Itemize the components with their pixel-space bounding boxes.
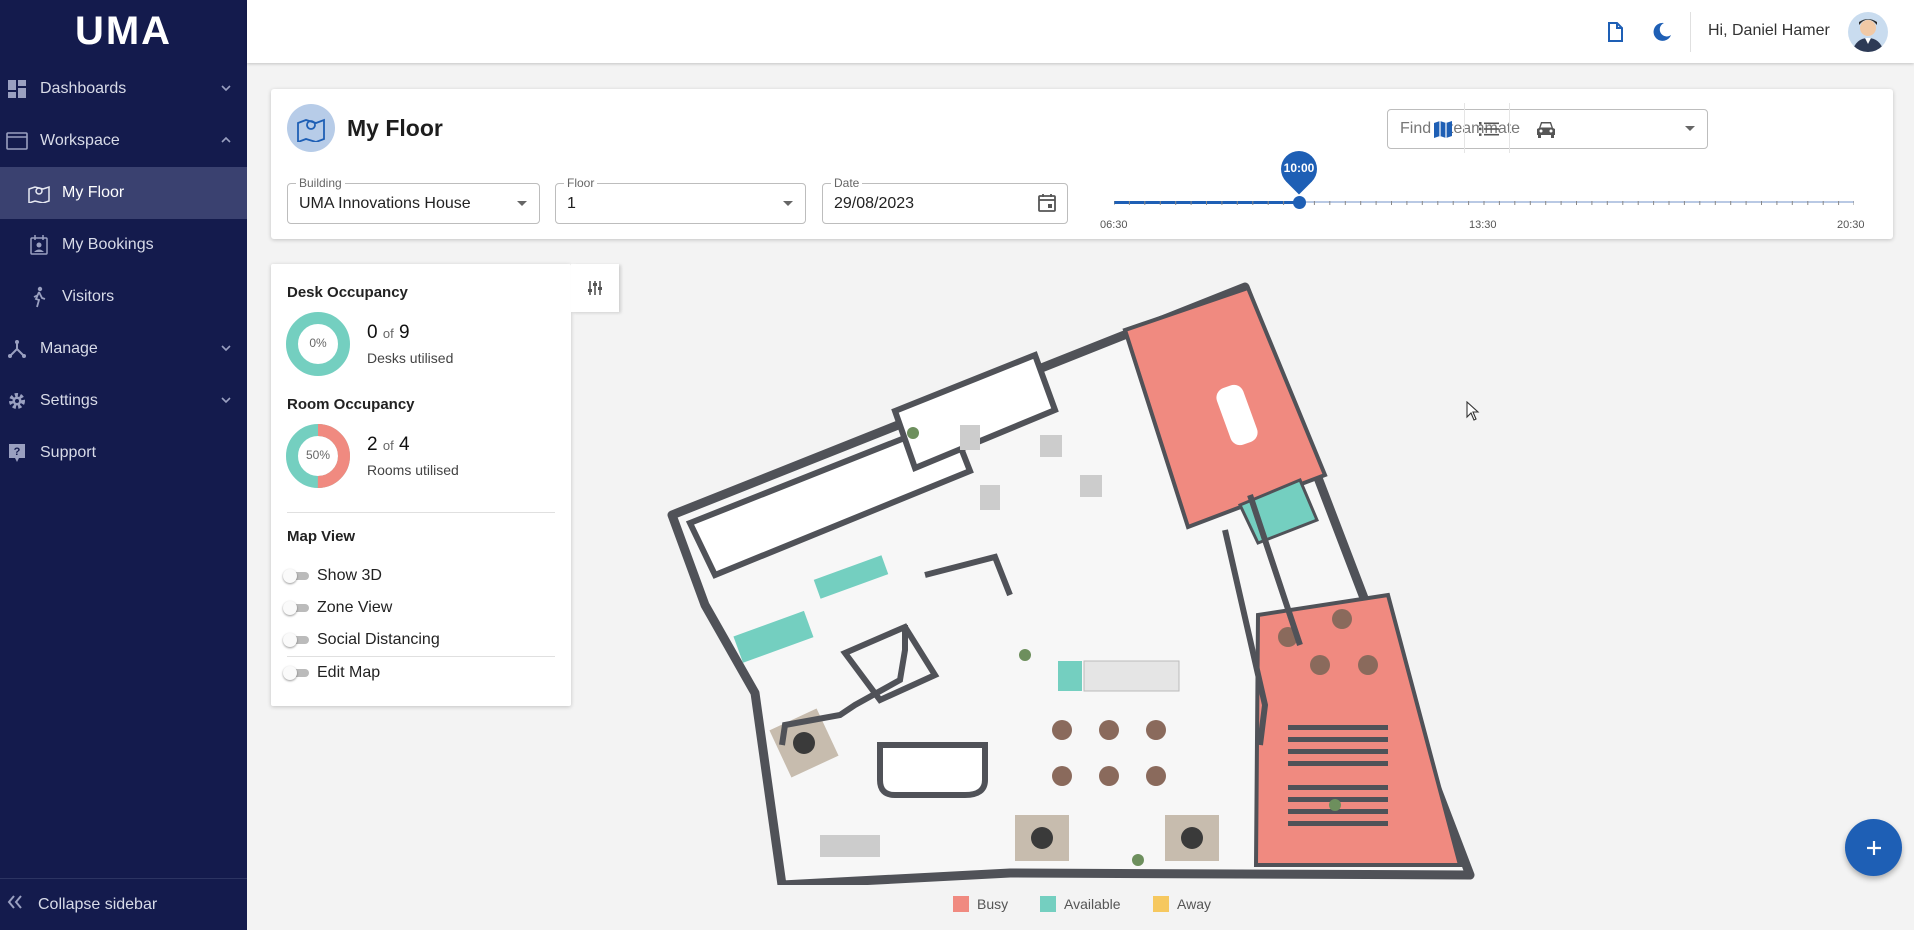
chevron-up-icon (221, 136, 231, 143)
sidebar-item-support[interactable]: ? Support (0, 427, 247, 479)
sidebar-item-dashboards[interactable]: Dashboards (0, 63, 247, 115)
map-marker-icon (28, 182, 50, 204)
collapse-sidebar-button[interactable]: Collapse sidebar (0, 878, 247, 930)
user-greeting[interactable]: Hi, Daniel Hamer (1708, 22, 1830, 40)
avatar[interactable] (1848, 12, 1888, 52)
room-occupancy-title: Room Occupancy (287, 396, 415, 413)
current-time-label: 10:00 (1283, 161, 1315, 175)
page-title: My Floor (347, 115, 443, 141)
help-icon: ? (6, 442, 28, 464)
calendar-icon[interactable] (1037, 193, 1057, 213)
dropdown-arrow-icon (1685, 126, 1695, 131)
gear-icon (6, 390, 28, 412)
room-caption: Rooms utilised (367, 462, 459, 478)
central-desks (1058, 660, 1180, 692)
dropdown-arrow-icon (783, 201, 793, 206)
sliders-icon (588, 281, 602, 295)
sidebar: UMA Dashboards Workspace My Floor My Boo… (0, 0, 247, 930)
sidebar-item-settings[interactable]: Settings (0, 375, 247, 427)
sidebar-item-my-floor[interactable]: My Floor (0, 167, 247, 219)
map-icon (1434, 121, 1452, 138)
svg-text:?: ? (14, 446, 21, 458)
mouse-cursor-icon (1466, 401, 1480, 421)
car-icon (1537, 122, 1555, 138)
floor-select[interactable]: Floor 1 (555, 176, 806, 224)
desk-caption: Desks utilised (367, 350, 454, 366)
double-chevron-left-icon (6, 894, 24, 915)
legend-swatch (953, 896, 969, 912)
sidebar-item-manage[interactable]: Manage (0, 323, 247, 375)
floor-plan-map[interactable] (660, 275, 1505, 885)
plus-icon (1866, 840, 1881, 855)
app-logo[interactable]: UMA (0, 0, 247, 63)
toggle-switch[interactable] (283, 666, 309, 680)
workspace-icon (6, 130, 28, 152)
room-occupancy-donut: 50% (286, 424, 350, 488)
panel-settings-button[interactable] (571, 264, 619, 312)
sidebar-item-workspace[interactable]: Workspace (0, 115, 247, 167)
hierarchy-icon (6, 338, 28, 360)
occupancy-panel: Desk Occupancy 0% 0 of 9 Desks utilised … (271, 264, 571, 706)
divider (287, 656, 555, 657)
building-select[interactable]: Building UMA Innovations House (287, 176, 540, 224)
toggle-switch[interactable] (283, 601, 309, 615)
start-time-label: 06:30 (1100, 219, 1128, 231)
toggle-switch[interactable] (283, 569, 309, 583)
dashboard-icon (6, 78, 28, 100)
divider (1690, 12, 1691, 52)
desk-occupancy-title: Desk Occupancy (287, 284, 408, 301)
date-field[interactable]: Date 29/08/2023 (822, 176, 1068, 224)
legend-swatch (1153, 896, 1169, 912)
walking-person-icon (28, 286, 50, 308)
legend-away: Away (1153, 896, 1211, 912)
reception-desk (877, 742, 988, 798)
calendar-user-icon (28, 234, 50, 256)
chevron-down-icon (221, 345, 231, 352)
time-slider[interactable]: 10:00 06:30 13:30 20:30 (1100, 139, 1865, 231)
chevron-down-icon (221, 85, 231, 92)
sidebar-item-visitors[interactable]: Visitors (0, 271, 247, 323)
slider-ticks (1114, 201, 1854, 205)
edit-map-toggle[interactable]: Edit Map (283, 661, 380, 685)
divider (287, 512, 555, 513)
slider-thumb[interactable] (1293, 196, 1306, 209)
chevron-down-icon (221, 397, 231, 404)
map-icon (287, 104, 335, 152)
end-time-label: 20:30 (1837, 219, 1865, 231)
map-view-title: Map View (287, 528, 356, 545)
dark-mode-icon[interactable] (1650, 20, 1674, 44)
list-icon (1479, 122, 1499, 136)
legend-busy: Busy (953, 896, 1008, 912)
sidebar-item-my-bookings[interactable]: My Bookings (0, 219, 247, 271)
room-count: 2 of 4 (367, 434, 410, 455)
top-bar: Hi, Daniel Hamer (247, 0, 1914, 63)
dropdown-arrow-icon (517, 201, 527, 206)
desk-occupancy-donut: 0% (286, 312, 350, 376)
toggle-switch[interactable] (283, 633, 309, 647)
desk-count: 0 of 9 (367, 322, 410, 343)
middle-time-label: 13:30 (1469, 219, 1497, 231)
social-distancing-toggle[interactable]: Social Distancing (283, 628, 440, 652)
legend-swatch (1040, 896, 1056, 912)
add-booking-button[interactable] (1845, 819, 1902, 876)
legend-available: Available (1040, 896, 1121, 912)
show-3d-toggle[interactable]: Show 3D (283, 564, 382, 588)
floor-header-card: My Floor Find a teammate Building UMA In… (271, 89, 1893, 239)
document-icon[interactable] (1603, 20, 1627, 44)
zone-view-toggle[interactable]: Zone View (283, 596, 392, 620)
